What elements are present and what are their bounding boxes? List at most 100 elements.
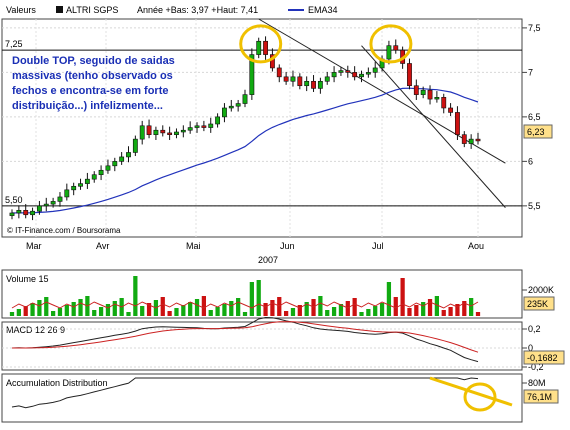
volume-bar — [379, 303, 385, 316]
month-label: Avr — [96, 241, 109, 251]
candle — [64, 189, 70, 198]
candle — [317, 80, 323, 89]
candle — [228, 105, 234, 109]
volume-bar — [366, 309, 371, 316]
candle — [420, 89, 426, 95]
volume-bar — [393, 297, 398, 316]
candle — [407, 63, 412, 87]
ema-legend-label: EMA34 — [308, 5, 338, 15]
candle — [359, 73, 364, 78]
candle — [468, 138, 474, 144]
price-tick-label: 5,5 — [528, 201, 541, 211]
volume-bar — [133, 276, 138, 316]
price-axis: 7,5 7 6,5 6 5,5 — [522, 23, 541, 211]
candle — [194, 125, 200, 128]
volume-tick-label: 2000K — [528, 285, 554, 295]
candle — [290, 76, 296, 82]
macd-title: MACD 12 26 9 — [6, 325, 65, 335]
ad-title: Accumulation Distribution — [6, 378, 108, 388]
level-label: 5,50 — [5, 195, 23, 205]
volume-bar — [30, 303, 35, 316]
volume-title: Volume 15 — [6, 274, 49, 284]
volume-bar — [359, 312, 364, 316]
volume-bar — [44, 297, 49, 316]
candle — [455, 112, 460, 135]
macd-axis: 0,20-0,2 — [522, 324, 544, 372]
candle — [36, 205, 42, 212]
volume-bar — [469, 298, 474, 316]
analysis-note: Double TOP, seguido de saidas massivas (… — [12, 55, 175, 112]
volume-bar — [448, 307, 453, 316]
volume-bar — [64, 305, 69, 316]
candle — [78, 183, 83, 187]
header-valeurs-label: Valeurs — [6, 5, 36, 15]
candle — [365, 72, 371, 75]
candle — [201, 125, 207, 128]
volume-bar — [215, 307, 220, 316]
candle — [427, 89, 433, 100]
volume-bar — [50, 311, 56, 316]
candle — [242, 94, 248, 104]
candle — [345, 70, 351, 73]
volume-bar — [181, 305, 186, 316]
month-label: Jun — [280, 241, 295, 251]
volume-bar — [37, 300, 42, 316]
volume-axis: 2000K — [522, 285, 554, 295]
volume-bar — [283, 311, 289, 316]
volume-bar — [352, 298, 357, 316]
candle — [304, 80, 310, 87]
candle — [84, 178, 90, 184]
volume-bar — [270, 300, 275, 316]
volume-bar — [400, 278, 405, 316]
level-label: 7,25 — [5, 39, 23, 49]
candle — [276, 67, 282, 78]
month-axis: Mar Avr Mai Jun Jul Aou — [26, 241, 484, 251]
month-label: Aou — [468, 241, 484, 251]
volume-bar — [194, 299, 200, 316]
macd-last-value: -0,1682 — [527, 353, 558, 363]
volume-bar — [441, 310, 446, 316]
candle — [215, 116, 221, 125]
volume-bar — [222, 304, 227, 316]
header-stats: Année +Bas: 3,97 +Haut: 7,41 — [137, 5, 258, 15]
candle — [386, 45, 392, 60]
candle — [283, 76, 289, 82]
candle — [311, 80, 316, 89]
candle — [263, 40, 268, 55]
candle — [448, 107, 454, 113]
candle — [413, 85, 419, 95]
candle — [222, 107, 227, 118]
volume-bar — [201, 296, 207, 316]
volume-bar — [249, 282, 254, 316]
candle — [71, 185, 77, 191]
candle — [112, 161, 118, 167]
volume-bar — [208, 310, 213, 316]
price-tick-label: 7,5 — [528, 23, 541, 33]
volume-bar — [475, 312, 481, 316]
volume-bar — [256, 280, 261, 316]
volume-last-value: 235K — [527, 299, 548, 309]
header-color-swatch — [56, 6, 63, 13]
candle — [174, 131, 179, 135]
ad-tick-label: 80M — [528, 378, 546, 388]
volume-bar — [160, 297, 165, 316]
candle — [160, 129, 166, 134]
volume-bar — [373, 306, 378, 316]
volume-bar — [78, 299, 83, 316]
candle — [324, 76, 330, 82]
volume-bar — [290, 308, 296, 316]
candle — [16, 210, 22, 214]
candle — [434, 97, 440, 100]
candle — [146, 125, 152, 135]
volume-bar — [242, 312, 248, 316]
candle — [91, 174, 97, 180]
volume-bar — [9, 312, 15, 316]
volume-bar — [263, 303, 268, 316]
candle — [372, 67, 378, 73]
volume-bar — [386, 282, 392, 316]
candle — [23, 210, 29, 216]
month-label: Mai — [186, 241, 201, 251]
last-price-value: 6,23 — [527, 127, 545, 137]
volume-bar — [174, 308, 179, 316]
candle — [180, 129, 186, 133]
